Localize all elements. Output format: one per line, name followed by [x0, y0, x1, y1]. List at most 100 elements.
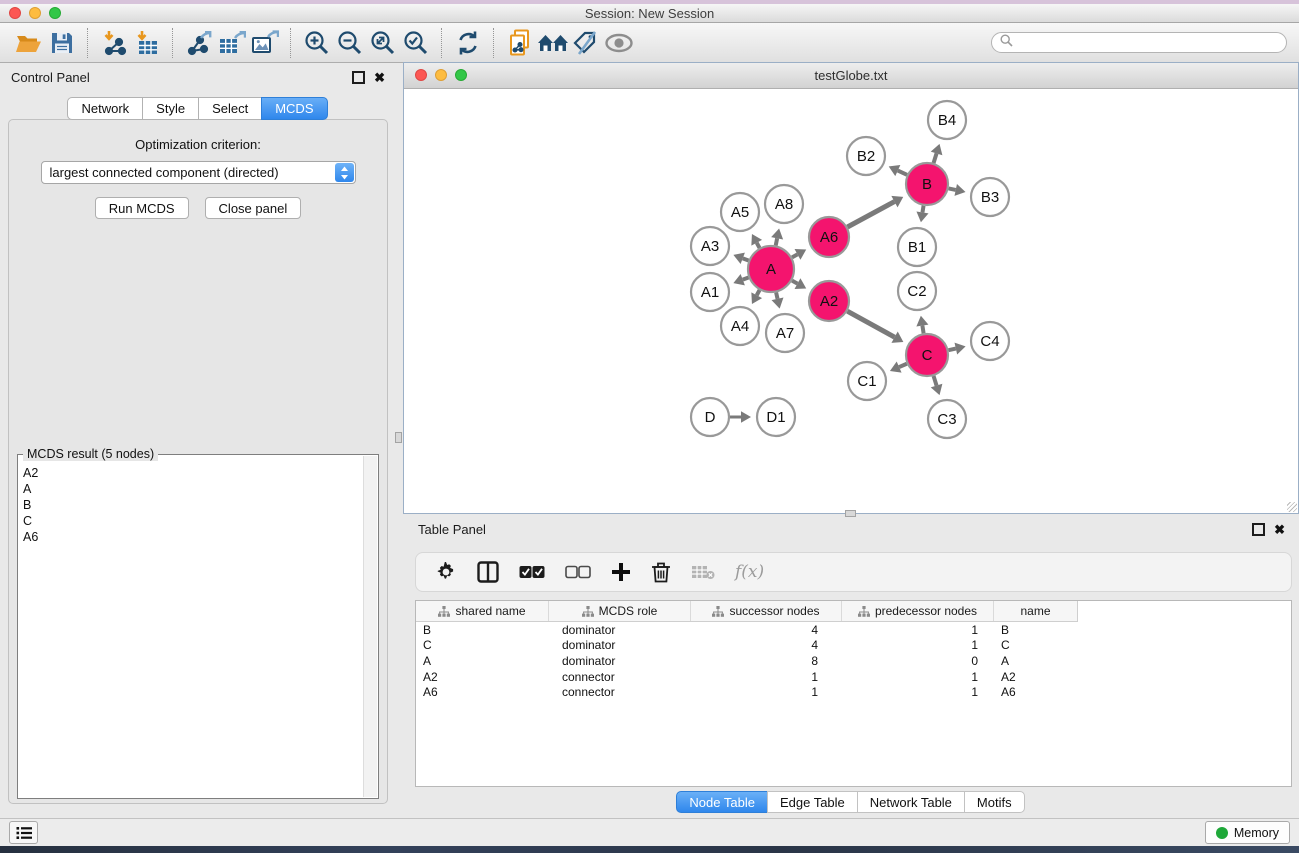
edge-A6-B[interactable] [847, 202, 894, 227]
graph-node-C1[interactable]: C1 [848, 362, 886, 400]
graph-node-D1[interactable]: D1 [757, 398, 795, 436]
graph-node-A3[interactable]: A3 [691, 227, 729, 265]
close-table-panel-icon[interactable]: ✖ [1274, 523, 1285, 536]
network-window-titlebar[interactable]: testGlobe.txt [404, 63, 1298, 89]
close-panel-button[interactable]: Close panel [205, 197, 302, 219]
edge-A-A7[interactable] [776, 292, 777, 298]
zoom-in-icon[interactable] [300, 27, 333, 59]
result-item[interactable]: A6 [20, 529, 363, 545]
search-box[interactable] [991, 32, 1287, 53]
graph-node-B3[interactable]: B3 [971, 178, 1009, 216]
network-snapshot-icon[interactable] [503, 27, 536, 59]
graph-node-A8[interactable]: A8 [765, 185, 803, 223]
window-resize-grip[interactable] [1287, 502, 1297, 512]
column-header-shared-name[interactable]: shared name [416, 601, 549, 621]
result-item[interactable]: A [20, 481, 363, 497]
result-item[interactable]: B [20, 497, 363, 513]
edge-A-A2[interactable] [792, 281, 797, 284]
column-header-name[interactable]: name [994, 601, 1077, 621]
select-all-icon[interactable] [519, 565, 545, 579]
cell-successor_nodes[interactable]: 1 [691, 670, 842, 684]
cell-shared_name[interactable]: A [416, 654, 549, 668]
cell-name[interactable]: B [994, 623, 1077, 637]
graph-node-A[interactable]: A [748, 246, 794, 292]
tab-mcds[interactable]: MCDS [261, 97, 327, 120]
cell-mcds_role[interactable]: dominator [549, 623, 691, 637]
edge-A2-C[interactable] [847, 311, 894, 337]
deselect-all-icon[interactable] [565, 565, 591, 579]
cell-name[interactable]: A6 [994, 685, 1077, 699]
edge-C-C3[interactable] [934, 376, 937, 386]
network-minimize-button[interactable] [435, 69, 447, 81]
cell-successor_nodes[interactable]: 1 [691, 685, 842, 699]
graph-node-B2[interactable]: B2 [847, 137, 885, 175]
graph-node-A5[interactable]: A5 [721, 193, 759, 231]
tab-node-table[interactable]: Node Table [676, 791, 768, 813]
cell-name[interactable]: A [994, 654, 1077, 668]
graph-node-D[interactable]: D [691, 398, 729, 436]
edge-A-A8[interactable] [776, 238, 777, 245]
delete-row-icon[interactable] [651, 561, 671, 583]
tab-style[interactable]: Style [142, 97, 199, 120]
cell-predecessor_nodes[interactable]: 1 [842, 685, 994, 699]
graph-node-C2[interactable]: C2 [898, 272, 936, 310]
table-row-A6[interactable]: A6connector11A6 [416, 684, 1291, 700]
edge-A-A4[interactable] [757, 290, 760, 295]
edge-C-C4[interactable] [948, 349, 955, 351]
edge-C-C2[interactable] [922, 326, 923, 334]
open-session-icon[interactable] [12, 27, 45, 59]
network-close-button[interactable] [415, 69, 427, 81]
table-row-B[interactable]: Bdominator41B [416, 622, 1291, 638]
cell-shared_name[interactable]: C [416, 638, 549, 652]
home-icon[interactable] [536, 27, 569, 59]
export-table-icon[interactable] [215, 27, 248, 59]
cell-predecessor_nodes[interactable]: 0 [842, 654, 994, 668]
add-row-icon[interactable] [611, 562, 631, 582]
column-header-predecessor-nodes[interactable]: predecessor nodes [842, 601, 994, 621]
edge-A-A1[interactable] [743, 277, 749, 279]
cell-mcds_role[interactable]: dominator [549, 654, 691, 668]
edge-B-B2[interactable] [898, 171, 907, 175]
graph-node-B4[interactable]: B4 [928, 101, 966, 139]
graph-node-A6[interactable]: A6 [809, 217, 849, 257]
task-history-button[interactable] [9, 821, 38, 844]
graph-node-C[interactable]: C [906, 334, 948, 376]
vertical-divider-handle[interactable] [395, 432, 402, 443]
table-row-C[interactable]: Cdominator41C [416, 638, 1291, 654]
cell-shared_name[interactable]: A2 [416, 670, 549, 684]
column-header-MCDS-role[interactable]: MCDS role [549, 601, 691, 621]
edge-B-B4[interactable] [934, 153, 937, 163]
cell-successor_nodes[interactable]: 4 [691, 623, 842, 637]
edge-B-B1[interactable] [922, 206, 923, 213]
network-canvas[interactable]: B4B2BB3B1A5A8A6A3AA1A4A7A2C2CC4C1C3DD1 [404, 88, 1298, 513]
cell-shared_name[interactable]: A6 [416, 685, 549, 699]
edge-A-A5[interactable] [757, 243, 760, 248]
tab-network-table[interactable]: Network Table [857, 791, 965, 813]
cell-name[interactable]: A2 [994, 670, 1077, 684]
memory-button[interactable]: Memory [1205, 821, 1290, 844]
search-input[interactable] [1018, 35, 1278, 51]
column-header-successor-nodes[interactable]: successor nodes [691, 601, 842, 621]
table-row-A2[interactable]: A2connector11A2 [416, 669, 1291, 685]
zoom-window-button[interactable] [49, 7, 61, 19]
graph-node-B[interactable]: B [906, 163, 948, 205]
close-panel-icon[interactable]: ✖ [374, 71, 385, 84]
import-table-icon[interactable] [130, 27, 163, 59]
cell-mcds_role[interactable]: connector [549, 685, 691, 699]
graph-node-C3[interactable]: C3 [928, 400, 966, 438]
refresh-icon[interactable] [451, 27, 484, 59]
tab-motifs[interactable]: Motifs [964, 791, 1025, 813]
tab-network[interactable]: Network [67, 97, 143, 120]
cell-predecessor_nodes[interactable]: 1 [842, 638, 994, 652]
result-item[interactable]: C [20, 513, 363, 529]
zoom-selected-icon[interactable] [399, 27, 432, 59]
settings-gear-icon[interactable] [435, 561, 457, 583]
cell-successor_nodes[interactable]: 8 [691, 654, 842, 668]
tab-edge-table[interactable]: Edge Table [767, 791, 858, 813]
minimize-window-button[interactable] [29, 7, 41, 19]
edge-C-C1[interactable] [899, 364, 907, 367]
edge-B-B3[interactable] [949, 188, 956, 189]
float-panel-icon[interactable] [352, 71, 365, 84]
result-item[interactable]: A2 [20, 465, 363, 481]
zoom-fit-icon[interactable] [366, 27, 399, 59]
